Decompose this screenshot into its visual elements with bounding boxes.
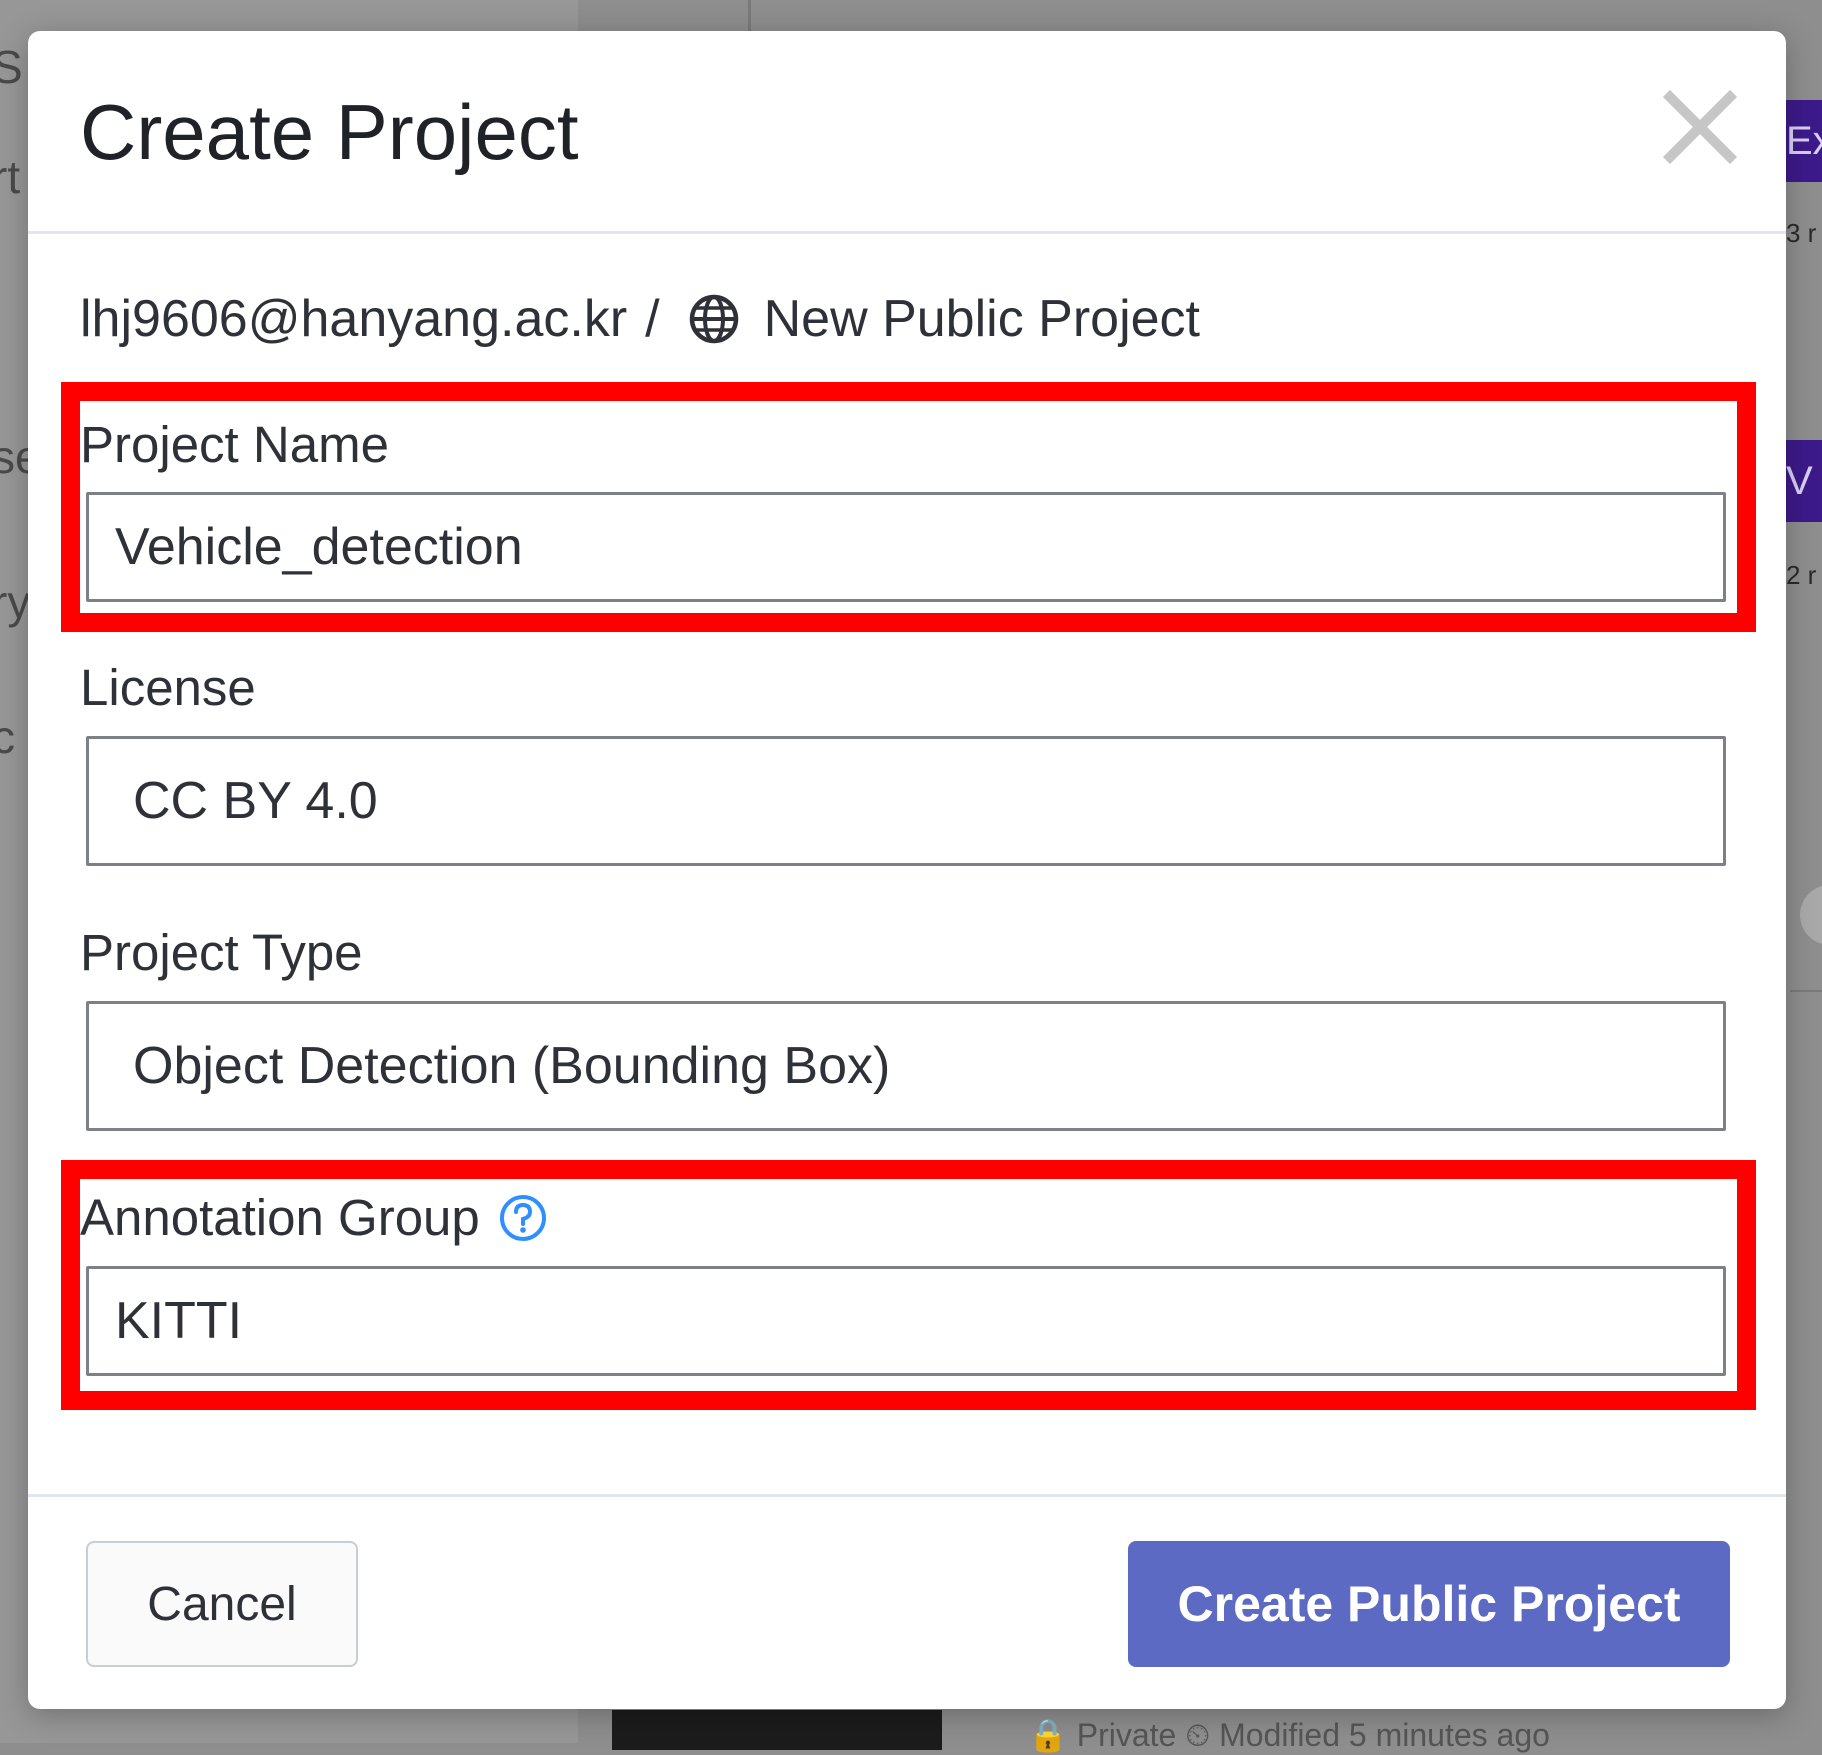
project-type-label: Project Type bbox=[80, 924, 363, 981]
project-type-select[interactable]: Object Detection (Bounding Box) bbox=[86, 1001, 1726, 1131]
project-type-value: Object Detection (Bounding Box) bbox=[133, 1037, 891, 1095]
annotation-group-label: Annotation Group bbox=[80, 1188, 548, 1247]
create-project-modal: Create Project lhj9606@hanyang.ac.kr / N… bbox=[28, 31, 1786, 1709]
license-label: License bbox=[80, 659, 256, 716]
background-text: ry bbox=[0, 576, 31, 628]
background-text: 3 r bbox=[1786, 218, 1817, 248]
globe-icon bbox=[686, 291, 742, 347]
breadcrumb-separator: / bbox=[645, 290, 660, 348]
create-public-project-button[interactable]: Create Public Project bbox=[1128, 1541, 1730, 1667]
background-text: 2 r bbox=[1786, 560, 1817, 590]
project-name-label: Project Name bbox=[80, 416, 389, 473]
license-value: CC BY 4.0 bbox=[133, 772, 378, 830]
background-footer-text: 🔒 Private ⏲ Modified 5 minutes ago bbox=[1028, 1717, 1550, 1753]
close-icon bbox=[1662, 89, 1738, 165]
cancel-button[interactable]: Cancel bbox=[86, 1541, 358, 1667]
annotation-group-label-text: Annotation Group bbox=[80, 1189, 480, 1246]
background-thumbnail bbox=[612, 1710, 942, 1750]
close-button[interactable] bbox=[1660, 87, 1740, 167]
license-select[interactable]: CC BY 4.0 bbox=[86, 736, 1726, 866]
project-name-input[interactable] bbox=[86, 492, 1726, 602]
background-text: S bbox=[0, 41, 23, 93]
breadcrumb-project: New Public Project bbox=[763, 290, 1200, 348]
background-text: rt bbox=[0, 151, 21, 203]
background-badge: V bbox=[1782, 440, 1822, 522]
modal-header: Create Project bbox=[28, 31, 1786, 234]
question-circle-icon[interactable] bbox=[498, 1193, 548, 1243]
background-text: c bbox=[0, 711, 15, 763]
breadcrumb-owner: lhj9606@hanyang.ac.kr bbox=[80, 290, 628, 348]
breadcrumb: lhj9606@hanyang.ac.kr / New Public Proje… bbox=[80, 289, 1200, 349]
background-badge: Ex bbox=[1782, 100, 1822, 182]
modal-title: Create Project bbox=[80, 88, 579, 176]
annotation-group-input[interactable] bbox=[86, 1266, 1726, 1376]
modal-footer-divider bbox=[28, 1494, 1786, 1497]
background-circle bbox=[1800, 885, 1822, 945]
background-divider bbox=[1790, 990, 1822, 992]
